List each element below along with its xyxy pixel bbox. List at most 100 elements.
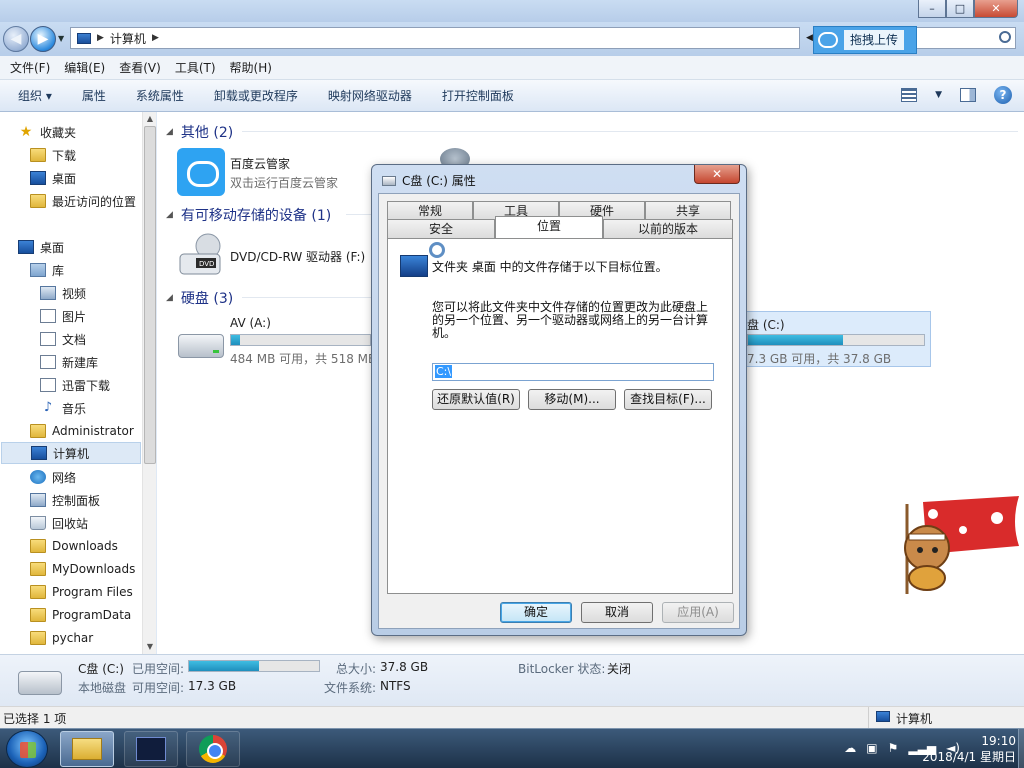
- map-network-drive-button[interactable]: 映射网络驱动器: [328, 87, 412, 104]
- target-path-input[interactable]: C:\: [432, 363, 714, 381]
- tab-location[interactable]: 位置: [495, 216, 603, 238]
- nav-recycle-bin[interactable]: 回收站: [30, 512, 88, 534]
- menu-edit[interactable]: 编辑(E): [64, 59, 105, 76]
- collapse-triangle-icon[interactable]: ◢: [166, 210, 173, 220]
- nav-control-panel[interactable]: 控制面板: [30, 489, 100, 511]
- menu-view[interactable]: 查看(V): [119, 59, 161, 76]
- nav-library[interactable]: 库: [30, 259, 64, 281]
- tab-security[interactable]: 安全: [387, 219, 495, 238]
- maximize-button[interactable]: □: [946, 0, 974, 18]
- recent-pages-dropdown-icon[interactable]: ▼: [58, 34, 64, 43]
- nav-program-files-folder[interactable]: Program Files: [30, 581, 133, 603]
- nav-documents[interactable]: 文档: [40, 328, 86, 350]
- nav-programdata-folder[interactable]: ProgramData: [30, 604, 131, 626]
- system-properties-button[interactable]: 系统属性: [136, 87, 184, 104]
- open-control-panel-button[interactable]: 打开控制面板: [442, 87, 514, 104]
- menu-bar: 文件(F) 编辑(E) 查看(V) 工具(T) 帮助(H): [0, 56, 1024, 80]
- baidu-cloud-name[interactable]: 百度云管家: [230, 155, 290, 172]
- dialog-title-bar[interactable]: C盘 (C:) 属性: [382, 172, 476, 189]
- scroll-thumb[interactable]: [144, 126, 156, 464]
- menu-file[interactable]: 文件(F): [10, 59, 50, 76]
- nav-newlib[interactable]: 新建库: [40, 351, 98, 373]
- menu-tools[interactable]: 工具(T): [175, 59, 216, 76]
- find-target-button[interactable]: 查找目标(F)...: [624, 389, 712, 410]
- change-view-icon[interactable]: [901, 88, 918, 102]
- back-button[interactable]: ◀: [3, 26, 29, 52]
- drive-av-name[interactable]: AV (A:): [230, 316, 271, 330]
- nav-desktop[interactable]: 桌面: [18, 236, 64, 258]
- dialog-close-button[interactable]: ✕: [694, 165, 740, 184]
- baidu-cloud-app-icon[interactable]: [177, 148, 225, 196]
- nav-recent[interactable]: 最近访问的位置: [30, 190, 136, 212]
- nav-computer[interactable]: 计算机: [1, 442, 141, 464]
- scroll-up-icon[interactable]: ▲: [143, 112, 157, 126]
- nav-xunlei[interactable]: 迅雷下载: [40, 374, 110, 396]
- apply-button[interactable]: 应用(A): [662, 602, 734, 623]
- show-desktop-button[interactable]: [1018, 729, 1024, 768]
- taskbar-explorer[interactable]: [60, 731, 114, 767]
- minimize-button[interactable]: –: [918, 0, 946, 18]
- dialog-title: C盘 (C:) 属性: [402, 174, 476, 188]
- dvd-drive-icon[interactable]: DVD: [178, 232, 224, 278]
- drive-icon: [382, 175, 396, 186]
- nav-mydownloads-folder[interactable]: MyDownloads: [30, 558, 135, 580]
- nav-video[interactable]: 视频: [40, 282, 86, 304]
- group-other-header[interactable]: ◢ 其他 (2): [166, 122, 233, 142]
- scroll-down-icon[interactable]: ▼: [143, 640, 157, 654]
- clock[interactable]: 19:10 2018/4/1 星期日: [896, 733, 1016, 765]
- breadcrumb-computer[interactable]: 计算机: [110, 30, 146, 47]
- collapse-triangle-icon[interactable]: ◢: [166, 293, 173, 303]
- restore-default-button[interactable]: 还原默认值(R): [432, 389, 520, 410]
- taskbar-chrome[interactable]: [186, 731, 240, 767]
- nav-music[interactable]: ♪ 音乐: [40, 397, 86, 419]
- hard-drive-icon[interactable]: [178, 334, 224, 358]
- organize-button[interactable]: 组织 ▾: [18, 87, 52, 104]
- clock-time: 19:10: [981, 734, 1016, 748]
- collapse-triangle-icon[interactable]: ◢: [166, 127, 173, 137]
- chevron-right-icon[interactable]: ▶: [152, 33, 159, 43]
- nav-label: 下载: [52, 148, 77, 163]
- group-hdd-header[interactable]: ◢ 硬盘 (3): [166, 288, 233, 308]
- nav-downloads-folder[interactable]: Downloads: [30, 535, 118, 557]
- tab-general[interactable]: 常规: [387, 201, 473, 220]
- uninstall-program-button[interactable]: 卸载或更改程序: [214, 87, 298, 104]
- chevron-right-icon[interactable]: ▶: [97, 33, 104, 43]
- taskbar-terminal-app[interactable]: [124, 731, 178, 767]
- cloud-tray-icon[interactable]: ☁: [844, 741, 856, 755]
- start-button[interactable]: [6, 730, 48, 768]
- nav-pictures[interactable]: 图片: [40, 305, 86, 327]
- nav-network[interactable]: 网络: [30, 466, 76, 488]
- nav-label: 图片: [62, 309, 87, 324]
- usb-tray-icon[interactable]: ▣: [866, 741, 877, 755]
- drive-av-usage-bar: [230, 334, 371, 346]
- nav-administrator[interactable]: Administrator: [30, 420, 134, 442]
- ok-button[interactable]: 确定: [500, 602, 572, 623]
- group-removable-header[interactable]: ◢ 有可移动存储的设备 (1): [166, 205, 331, 225]
- drag-upload-label: 拖拽上传: [844, 30, 905, 50]
- tab-sharing[interactable]: 共享: [645, 201, 731, 220]
- details-free-label: 可用空间:: [132, 681, 185, 695]
- forward-button[interactable]: ▶: [30, 26, 56, 52]
- search-icon[interactable]: [999, 31, 1011, 43]
- drive-av-space: 484 MB 可用，共 518 MB: [230, 352, 371, 366]
- close-button[interactable]: ✕: [974, 0, 1018, 18]
- tab-previous-versions[interactable]: 以前的版本: [603, 219, 733, 238]
- nav-pychar-folder[interactable]: pychar: [30, 627, 93, 649]
- desktop-folder-icon: [400, 255, 428, 277]
- menu-help[interactable]: 帮助(H): [230, 59, 272, 76]
- drag-upload-button[interactable]: 拖拽上传: [813, 26, 917, 54]
- mascot-flag-sticker[interactable]: [893, 494, 1021, 594]
- dvd-drive-name[interactable]: DVD/CD-RW 驱动器 (F:): [230, 248, 365, 265]
- nav-favorites[interactable]: ★ 收藏夹: [18, 121, 76, 143]
- cancel-button[interactable]: 取消: [581, 602, 653, 623]
- drive-c-name[interactable]: 盘 (C:): [747, 316, 785, 333]
- nav-downloads[interactable]: 下载: [30, 144, 76, 166]
- view-dropdown-icon[interactable]: ▼: [935, 90, 942, 100]
- move-button[interactable]: 移动(M)...: [528, 389, 616, 410]
- preview-pane-icon[interactable]: [960, 88, 976, 102]
- properties-button[interactable]: 属性: [82, 87, 106, 104]
- address-bar[interactable]: ▶ 计算机 ▶: [70, 27, 800, 49]
- nav-scrollbar[interactable]: ▲ ▼: [142, 112, 156, 654]
- nav-desktop-fav[interactable]: 桌面: [30, 167, 76, 189]
- help-icon[interactable]: ?: [994, 86, 1012, 104]
